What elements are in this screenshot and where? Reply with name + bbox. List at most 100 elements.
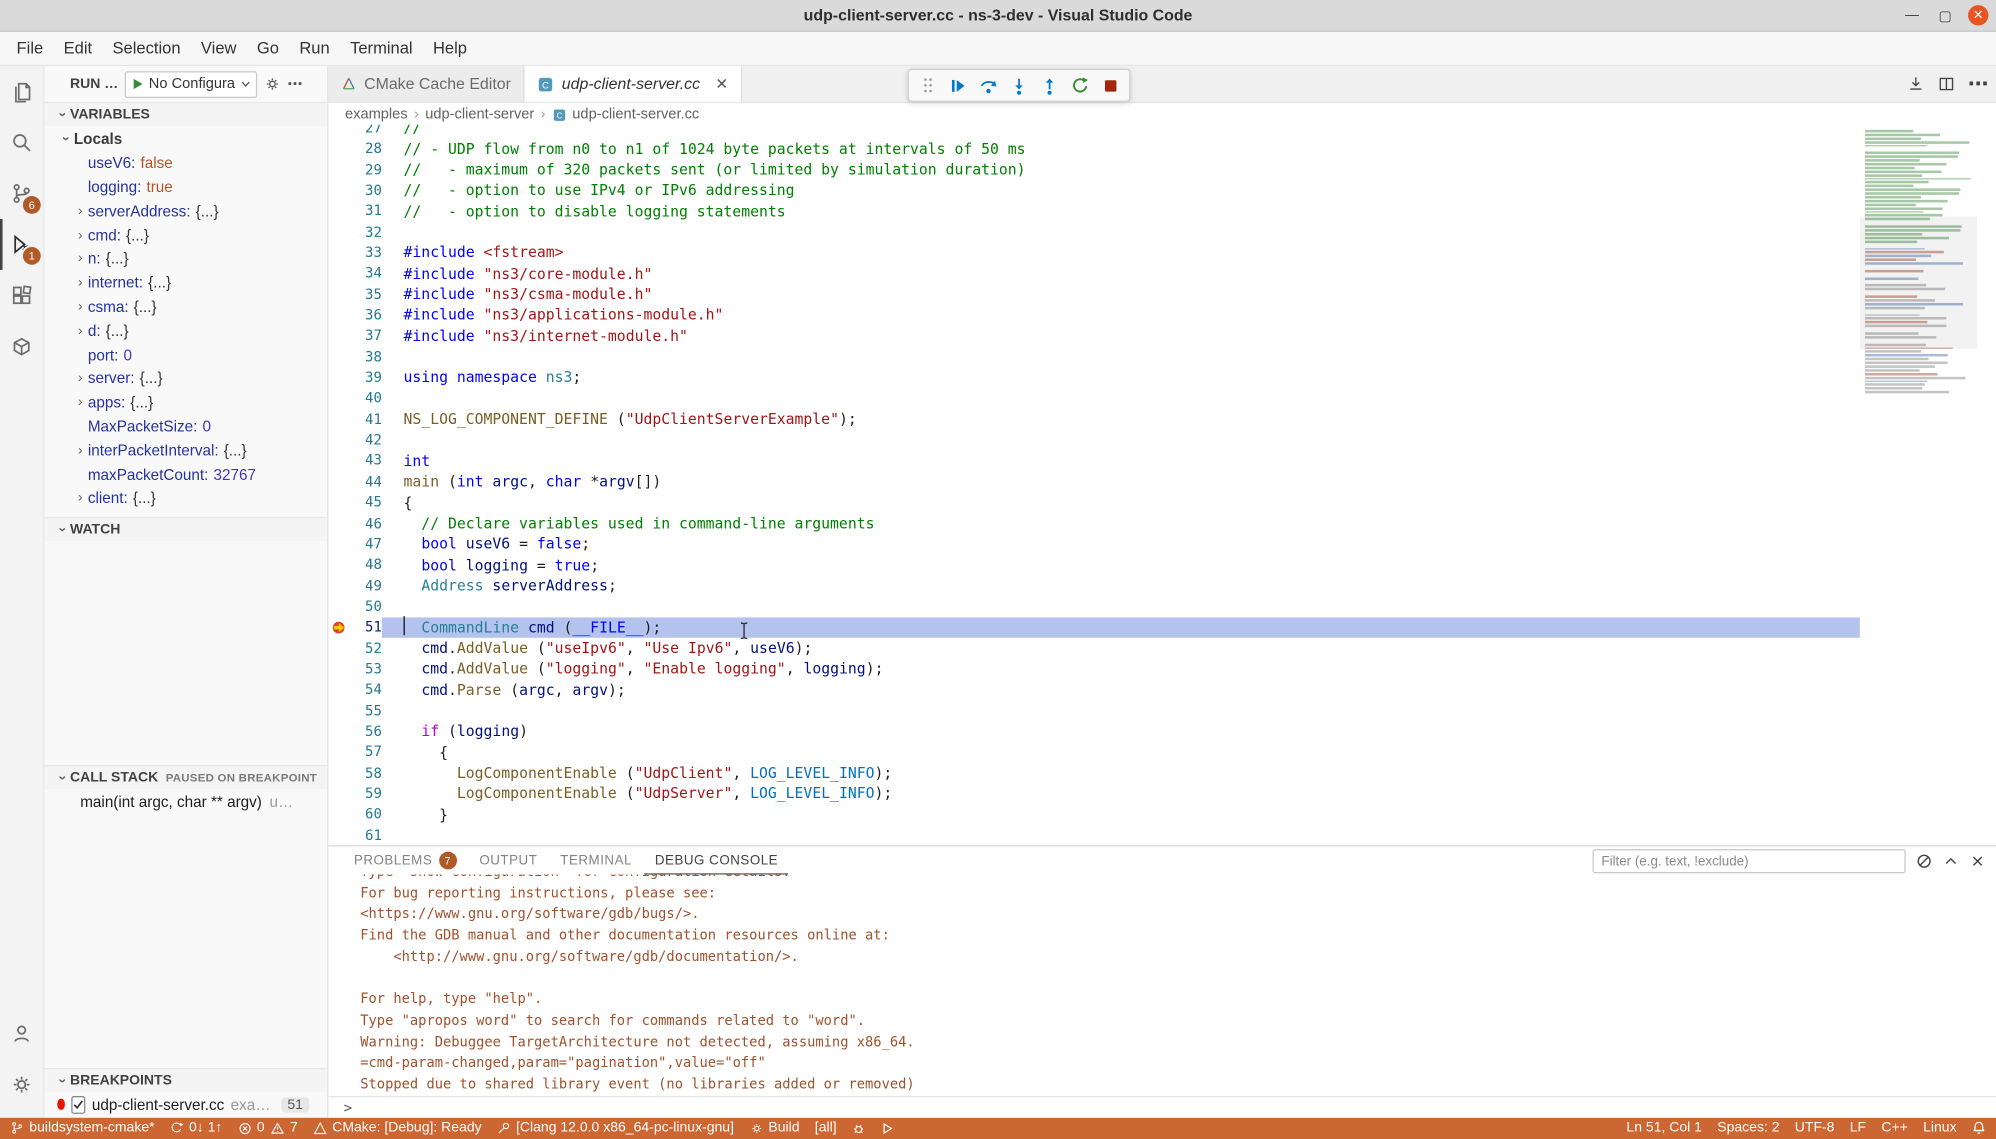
- watch-section-header[interactable]: › WATCH: [45, 517, 328, 541]
- line-number[interactable]: 45: [349, 494, 382, 511]
- code-line[interactable]: 48 bool logging = true;: [328, 554, 1859, 575]
- close-icon[interactable]: ✕: [715, 75, 728, 93]
- line-number[interactable]: 38: [349, 349, 382, 366]
- code-line[interactable]: 33#include <fstream>: [328, 242, 1859, 263]
- build-button[interactable]: Build: [749, 1121, 799, 1136]
- search-icon[interactable]: [0, 117, 43, 168]
- breakpoint-checkbox[interactable]: [71, 1095, 85, 1113]
- code-line[interactable]: 58 LogComponentEnable ("UdpClient", LOG_…: [328, 762, 1859, 783]
- minimize-button[interactable]: —: [1902, 5, 1922, 25]
- line-number[interactable]: 42: [349, 432, 382, 449]
- code-line[interactable]: 47 bool useV6 = false;: [328, 534, 1859, 555]
- line-number[interactable]: 27: [349, 125, 382, 136]
- variable-row[interactable]: ›interPacketInterval:{...}: [45, 438, 328, 462]
- code-line[interactable]: 31// - option to disable logging stateme…: [328, 201, 1859, 222]
- stack-frame-row[interactable]: main(int argc, char ** argv) u…: [45, 789, 328, 813]
- execution-pointer-icon[interactable]: [328, 620, 348, 635]
- line-number[interactable]: 55: [349, 702, 382, 719]
- code-line[interactable]: 32: [328, 222, 1859, 243]
- breadcrumb-item[interactable]: udp-client-server.cc: [572, 107, 699, 122]
- code-line[interactable]: 29// - maximum of 320 packets sent (or l…: [328, 159, 1859, 180]
- sync-changes-item[interactable]: 0↓ 1↑: [170, 1121, 223, 1136]
- line-number[interactable]: 32: [349, 224, 382, 241]
- code-line[interactable]: 42: [328, 430, 1859, 451]
- close-button[interactable]: ✕: [1968, 5, 1988, 25]
- menu-view[interactable]: View: [191, 32, 247, 65]
- line-number[interactable]: 44: [349, 473, 382, 490]
- code-line[interactable]: 43int: [328, 450, 1859, 471]
- line-number[interactable]: 43: [349, 453, 382, 470]
- code-line[interactable]: 52 cmd.AddValue ("useIpv6", "Use Ipv6", …: [328, 638, 1859, 659]
- line-number[interactable]: 30: [349, 182, 382, 199]
- variable-row[interactable]: ›internet:{...}: [45, 271, 328, 295]
- step-into-icon[interactable]: [1006, 72, 1033, 99]
- line-number[interactable]: 61: [349, 827, 382, 844]
- clear-console-icon[interactable]: [1916, 853, 1933, 870]
- code-line[interactable]: 49 Address serverAddress;: [328, 575, 1859, 596]
- line-number[interactable]: 40: [349, 390, 382, 407]
- accounts-icon[interactable]: [0, 1008, 43, 1059]
- menu-terminal[interactable]: Terminal: [340, 32, 423, 65]
- tab-cmake-cache-editor[interactable]: CMake Cache Editor: [328, 66, 524, 102]
- line-number[interactable]: 35: [349, 286, 382, 303]
- more-actions-icon[interactable]: ⋯: [287, 75, 302, 93]
- code-line[interactable]: 56 if (logging): [328, 721, 1859, 742]
- code-line[interactable]: 50: [328, 596, 1859, 617]
- call-stack-section-header[interactable]: › CALL STACK PAUSED ON BREAKPOINT: [45, 765, 328, 789]
- line-number[interactable]: 60: [349, 806, 382, 823]
- variable-row[interactable]: ›client:{...}: [45, 486, 328, 510]
- gear-icon[interactable]: [0, 1059, 43, 1110]
- close-panel-icon[interactable]: [1969, 853, 1986, 870]
- os-item[interactable]: Linux: [1923, 1121, 1956, 1136]
- breakpoint-row[interactable]: udp-client-server.cc exampl… 51: [45, 1092, 328, 1116]
- line-number[interactable]: 46: [349, 515, 382, 532]
- cursor-position-item[interactable]: Ln 51, Col 1: [1626, 1121, 1702, 1136]
- run-debug-icon[interactable]: 1: [0, 219, 43, 270]
- tab-output[interactable]: OUTPUT: [469, 847, 547, 875]
- line-number[interactable]: 29: [349, 161, 382, 178]
- line-number[interactable]: 51: [349, 619, 382, 636]
- variable-row[interactable]: ›serverAddress:{...}: [45, 199, 328, 223]
- code-line[interactable]: 57 {: [328, 742, 1859, 763]
- variable-row[interactable]: ›cmd:{...}: [45, 223, 328, 247]
- code-line[interactable]: 54 cmd.Parse (argc, argv);: [328, 679, 1859, 700]
- download-icon[interactable]: [1907, 75, 1925, 93]
- code-line[interactable]: 27//: [328, 125, 1859, 139]
- console-input-row[interactable]: >: [328, 1096, 1996, 1118]
- debug-console[interactable]: Type "show configuration" for configurat…: [328, 875, 1996, 1098]
- code-line[interactable]: 30// - option to use IPv4 or IPv6 addres…: [328, 180, 1859, 201]
- source-control-icon[interactable]: 6: [0, 168, 43, 219]
- stop-icon[interactable]: [1097, 72, 1124, 99]
- more-actions-icon[interactable]: ⋯: [1968, 71, 1988, 96]
- minimap-slider[interactable]: [1860, 216, 1977, 348]
- cmake-status-item[interactable]: CMake: [Debug]: Ready: [313, 1121, 482, 1136]
- tab-udp-client-server[interactable]: C udp-client-server.cc ✕: [525, 66, 742, 102]
- kit-item[interactable]: [Clang 12.0.0 x86_64-pc-linux-gnu]: [497, 1121, 734, 1136]
- menu-go[interactable]: Go: [247, 32, 289, 65]
- line-number[interactable]: 33: [349, 244, 382, 261]
- code-line[interactable]: 34#include "ns3/core-module.h": [328, 263, 1859, 284]
- line-number[interactable]: 59: [349, 785, 382, 802]
- code-line[interactable]: 51 CommandLine cmd (__FILE__);: [328, 617, 1859, 638]
- code-line[interactable]: 35#include "ns3/csma-module.h": [328, 284, 1859, 305]
- line-number[interactable]: 31: [349, 203, 382, 220]
- code-line[interactable]: 38: [328, 346, 1859, 367]
- variable-row[interactable]: port:0: [45, 343, 328, 367]
- tab-problems[interactable]: PROBLEMS 7: [344, 847, 467, 875]
- variable-row[interactable]: MaxPacketSize:0: [45, 414, 328, 438]
- variable-row[interactable]: useV6:false: [45, 151, 328, 175]
- line-number[interactable]: 39: [349, 369, 382, 386]
- line-number[interactable]: 50: [349, 598, 382, 615]
- variable-row[interactable]: logging:true: [45, 175, 328, 199]
- build-target[interactable]: [all]: [815, 1121, 837, 1136]
- line-number[interactable]: 49: [349, 577, 382, 594]
- line-number[interactable]: 56: [349, 723, 382, 740]
- split-editor-icon[interactable]: [1938, 75, 1956, 93]
- variable-row[interactable]: ›csma:{...}: [45, 295, 328, 319]
- line-number[interactable]: 36: [349, 307, 382, 324]
- line-number[interactable]: 54: [349, 681, 382, 698]
- code-line[interactable]: 44main (int argc, char *argv[]): [328, 471, 1859, 492]
- minimap[interactable]: [1860, 125, 1977, 846]
- code-line[interactable]: 46 // Declare variables used in command-…: [328, 513, 1859, 534]
- cube-icon[interactable]: [0, 321, 43, 372]
